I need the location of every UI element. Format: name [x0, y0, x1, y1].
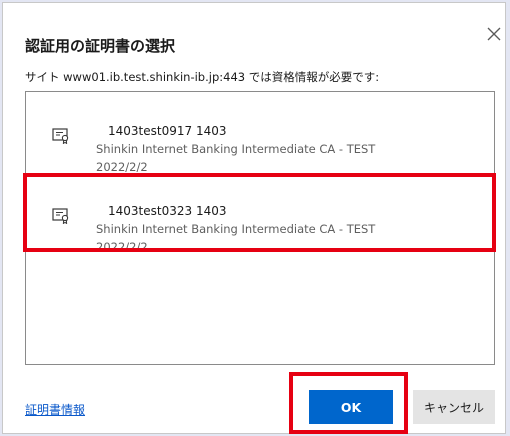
certificate-name: 1403test0917 1403 — [108, 124, 227, 138]
certificate-issuer: Shinkin Internet Banking Intermediate CA… — [96, 142, 376, 156]
cancel-button[interactable]: キャンセル — [413, 390, 495, 424]
highlight-ok-button — [289, 372, 408, 434]
certificate-date: 2022/2/2 — [96, 160, 148, 174]
certificate-info-link[interactable]: 証明書情報 — [25, 401, 85, 418]
highlight-selected-certificate — [23, 173, 496, 252]
close-button[interactable] — [485, 25, 503, 43]
certificate-item[interactable]: 1403test0917 1403 Shinkin Internet Banki… — [26, 102, 494, 182]
dialog-title: 認証用の証明書の選択 — [25, 37, 176, 55]
certificate-icon — [52, 128, 69, 144]
dialog-subtitle: サイト www01.ib.test.shinkin-ib.jp:443 では資格… — [25, 70, 380, 84]
close-icon — [487, 27, 501, 41]
